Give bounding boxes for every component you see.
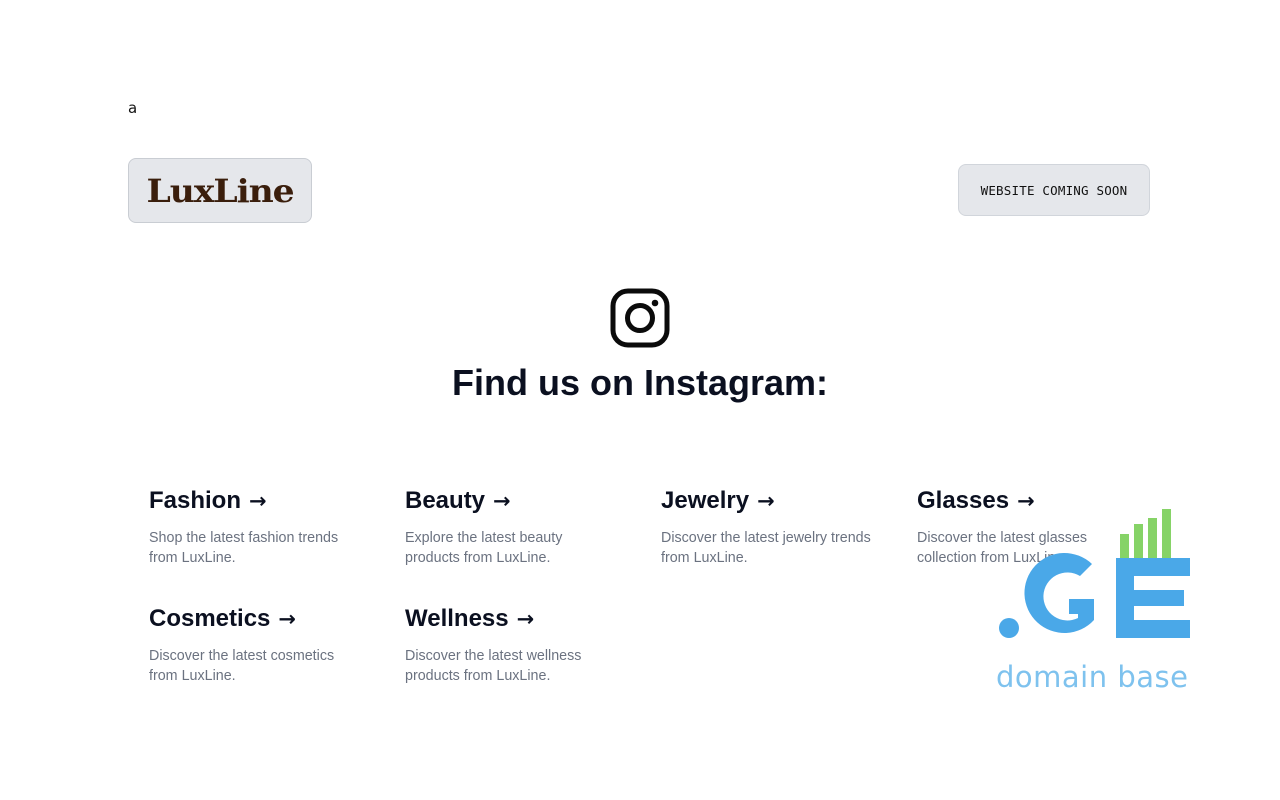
category-title: Beauty →: [405, 486, 635, 516]
category-label: Beauty: [405, 487, 486, 514]
instagram-headline: Find us on Instagram:: [451, 362, 828, 403]
luxline-logo[interactable]: LuxLine: [128, 158, 312, 223]
arrow-right-icon: →: [278, 607, 296, 631]
category-title: Wellness →: [405, 604, 635, 634]
arrow-right-icon: →: [757, 489, 775, 513]
category-description: Discover the latest wellness products fr…: [405, 648, 582, 684]
category-title: Jewelry →: [661, 486, 891, 516]
category-description: Discover the latest cosmetics from LuxLi…: [149, 648, 335, 684]
category-description: Shop the latest fashion trends from LuxL…: [149, 530, 339, 566]
instagram-icon[interactable]: [610, 288, 670, 348]
page: a LuxLine WEBSITE COMING SOON Find us on…: [0, 0, 1280, 800]
arrow-right-icon: →: [249, 489, 267, 513]
category-title: Cosmetics →: [149, 604, 379, 634]
stray-text: a: [128, 99, 138, 117]
category-label: Jewelry: [661, 487, 750, 514]
category-label: Fashion: [149, 487, 242, 514]
category-jewelry[interactable]: Jewelry → Discover the latest jewelry tr…: [661, 486, 891, 568]
category-beauty[interactable]: Beauty → Explore the latest beauty produ…: [405, 486, 635, 568]
watermark-caption: domain base: [996, 660, 1189, 694]
category-cosmetics[interactable]: Cosmetics → Discover the latest cosmetic…: [149, 604, 379, 686]
logo-text: LuxLine: [146, 171, 294, 210]
category-description: Explore the latest beauty products from …: [405, 530, 563, 566]
category-label: Cosmetics: [149, 605, 271, 632]
category-wellness[interactable]: Wellness → Discover the latest wellness …: [405, 604, 635, 686]
category-title: Fashion →: [149, 486, 379, 516]
arrow-right-icon: →: [516, 607, 535, 631]
website-coming-soon-badge: WEBSITE COMING SOON: [958, 164, 1150, 216]
category-description: Discover the latest jewelry trends from …: [661, 530, 871, 566]
arrow-right-icon: →: [493, 489, 511, 513]
category-fashion[interactable]: Fashion → Shop the latest fashion trends…: [149, 486, 379, 568]
category-label: Wellness: [405, 605, 509, 632]
